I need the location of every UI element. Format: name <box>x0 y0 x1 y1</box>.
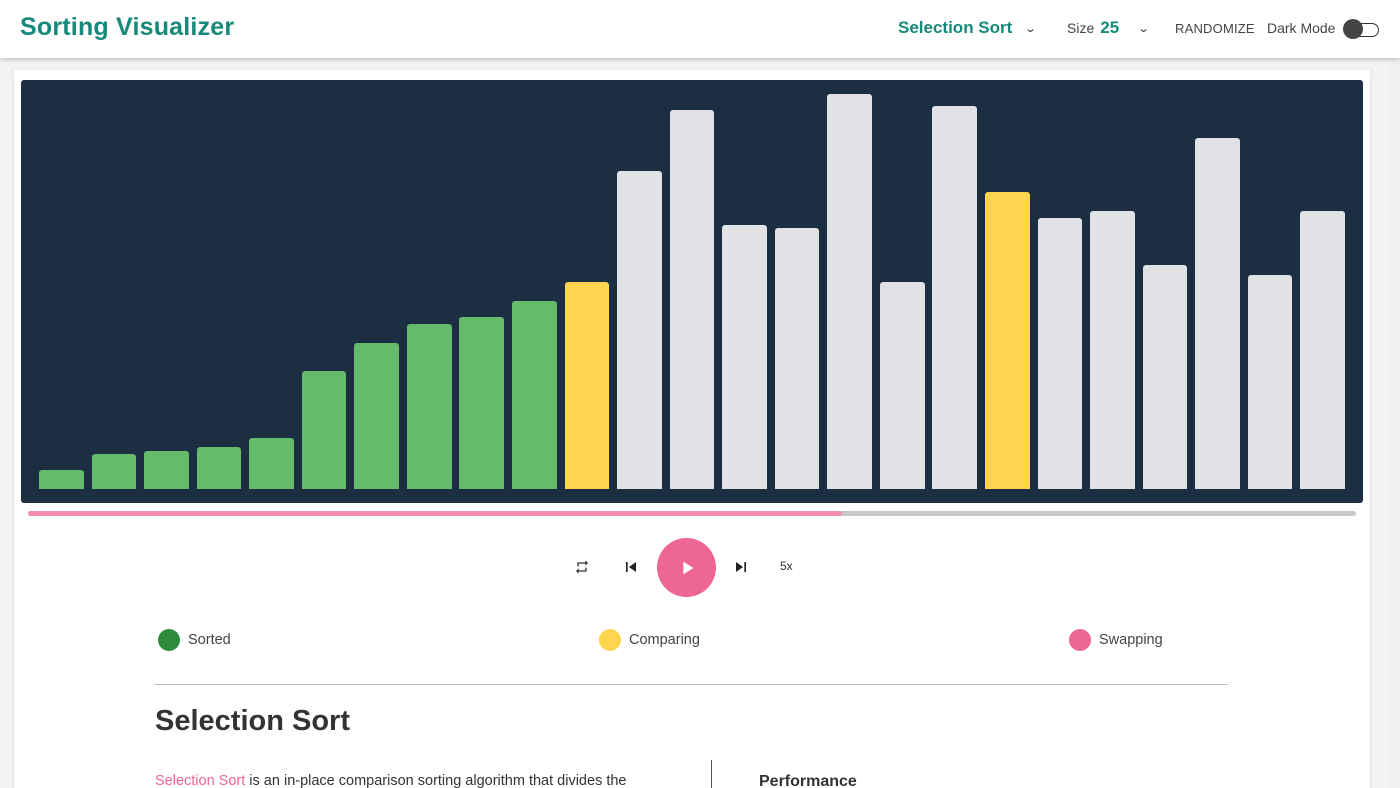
speed-button[interactable]: 5x <box>780 559 793 573</box>
array-bar-default <box>1300 211 1346 489</box>
description-text: is an in-place comparison sorting algori… <box>245 773 627 788</box>
array-bar-sorted <box>459 317 505 489</box>
legend-dot-sorted <box>158 629 180 651</box>
chevron-down-icon: ⌄ <box>1137 22 1151 35</box>
skip-previous-icon <box>626 562 636 572</box>
play-icon <box>682 561 693 574</box>
array-bar-default <box>827 94 872 489</box>
legend-comparing: Comparing <box>599 629 700 651</box>
array-bar-default <box>1195 138 1240 489</box>
dark-mode-toggle-group: Dark Mode <box>1267 19 1380 39</box>
array-bar-default <box>774 228 820 489</box>
algorithm-heading: Selection Sort <box>155 705 350 737</box>
skip-next-icon <box>736 562 746 572</box>
array-bar-sorted <box>144 451 189 489</box>
step-back-button[interactable] <box>619 555 643 579</box>
array-bar-comparing <box>985 192 1030 489</box>
randomize-button[interactable]: RANDOMIZE <box>1175 21 1255 36</box>
legend-label-swapping: Swapping <box>1099 632 1163 648</box>
algorithm-select-value: Selection Sort <box>898 18 1013 37</box>
array-bar-default <box>669 110 715 489</box>
algorithm-select[interactable]: Selection Sort ⌄ <box>898 18 1038 38</box>
repeat-button[interactable] <box>572 557 592 577</box>
array-bar-default <box>1090 211 1135 489</box>
playback-controls: 5x <box>0 538 1400 598</box>
bar-visualizer <box>21 80 1363 503</box>
algorithm-wiki-link[interactable]: Selection Sort <box>155 773 245 788</box>
legend-sorted: Sorted <box>158 629 231 651</box>
section-divider <box>155 684 1228 685</box>
array-bar-sorted <box>354 343 399 489</box>
column-divider <box>711 760 712 788</box>
array-bar-sorted <box>301 371 347 489</box>
array-bar-sorted <box>511 301 557 489</box>
algorithm-description: Selection Sort is an in-place comparison… <box>155 773 627 788</box>
size-value: 25 <box>1100 18 1120 37</box>
array-bar-default <box>879 282 925 489</box>
legend-dot-comparing <box>599 629 621 651</box>
array-bar-sorted <box>91 454 137 489</box>
array-bar-default <box>722 225 767 489</box>
array-bar-comparing <box>564 282 610 489</box>
legend-label-sorted: Sorted <box>188 632 231 648</box>
repeat-icon <box>576 560 588 574</box>
array-bar-default <box>1247 275 1293 489</box>
dark-mode-label: Dark Mode <box>1267 20 1336 36</box>
size-label: Size <box>1067 20 1095 36</box>
array-bar-default <box>932 106 978 489</box>
play-button[interactable] <box>657 538 716 597</box>
performance-heading: Performance <box>759 773 857 788</box>
page-scrollbar[interactable] <box>1388 58 1400 788</box>
array-bar-default <box>1142 265 1188 489</box>
app-header: Sorting Visualizer Selection Sort ⌄ Size… <box>0 0 1400 58</box>
step-forward-button[interactable] <box>729 555 753 579</box>
progress-bar[interactable] <box>28 511 1356 516</box>
array-bar-sorted <box>406 324 452 489</box>
array-bar-sorted <box>249 438 294 489</box>
legend-dot-swapping <box>1069 629 1091 651</box>
array-bar-default <box>617 171 662 489</box>
array-bar-sorted <box>38 470 84 489</box>
array-bar-sorted <box>196 447 242 489</box>
array-bar-default <box>1037 218 1083 489</box>
size-select[interactable]: Size 25 ⌄ <box>1067 18 1151 38</box>
app-title: Sorting Visualizer <box>20 13 235 41</box>
legend-swapping: Swapping <box>1069 629 1163 651</box>
chevron-down-icon: ⌄ <box>1024 22 1038 35</box>
legend-label-comparing: Comparing <box>629 632 700 648</box>
dark-mode-switch[interactable] <box>1343 19 1380 39</box>
progress-fill <box>28 511 843 516</box>
